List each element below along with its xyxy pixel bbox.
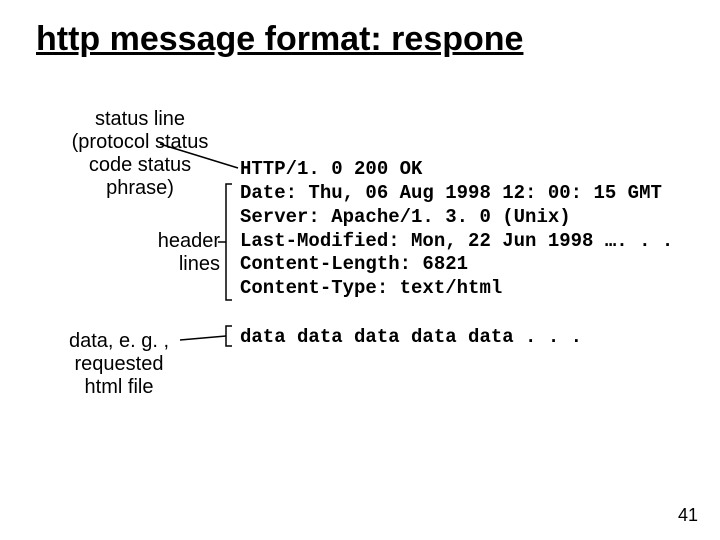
- response-data-line: data data data data data . . .: [240, 326, 582, 350]
- page-number: 41: [678, 505, 698, 526]
- response-header-lines: Date: Thu, 06 Aug 1998 12: 00: 15 GMT Se…: [240, 182, 673, 301]
- label-status-line: status line (protocol status code status…: [60, 108, 220, 200]
- slide: http message format: respone status line…: [0, 0, 720, 540]
- slide-title: http message format: respone: [36, 20, 523, 59]
- label-data: data, e. g. , requested html file: [54, 330, 184, 399]
- label-header-lines: header lines: [140, 230, 220, 276]
- response-status-line: HTTP/1. 0 200 OK: [240, 158, 422, 182]
